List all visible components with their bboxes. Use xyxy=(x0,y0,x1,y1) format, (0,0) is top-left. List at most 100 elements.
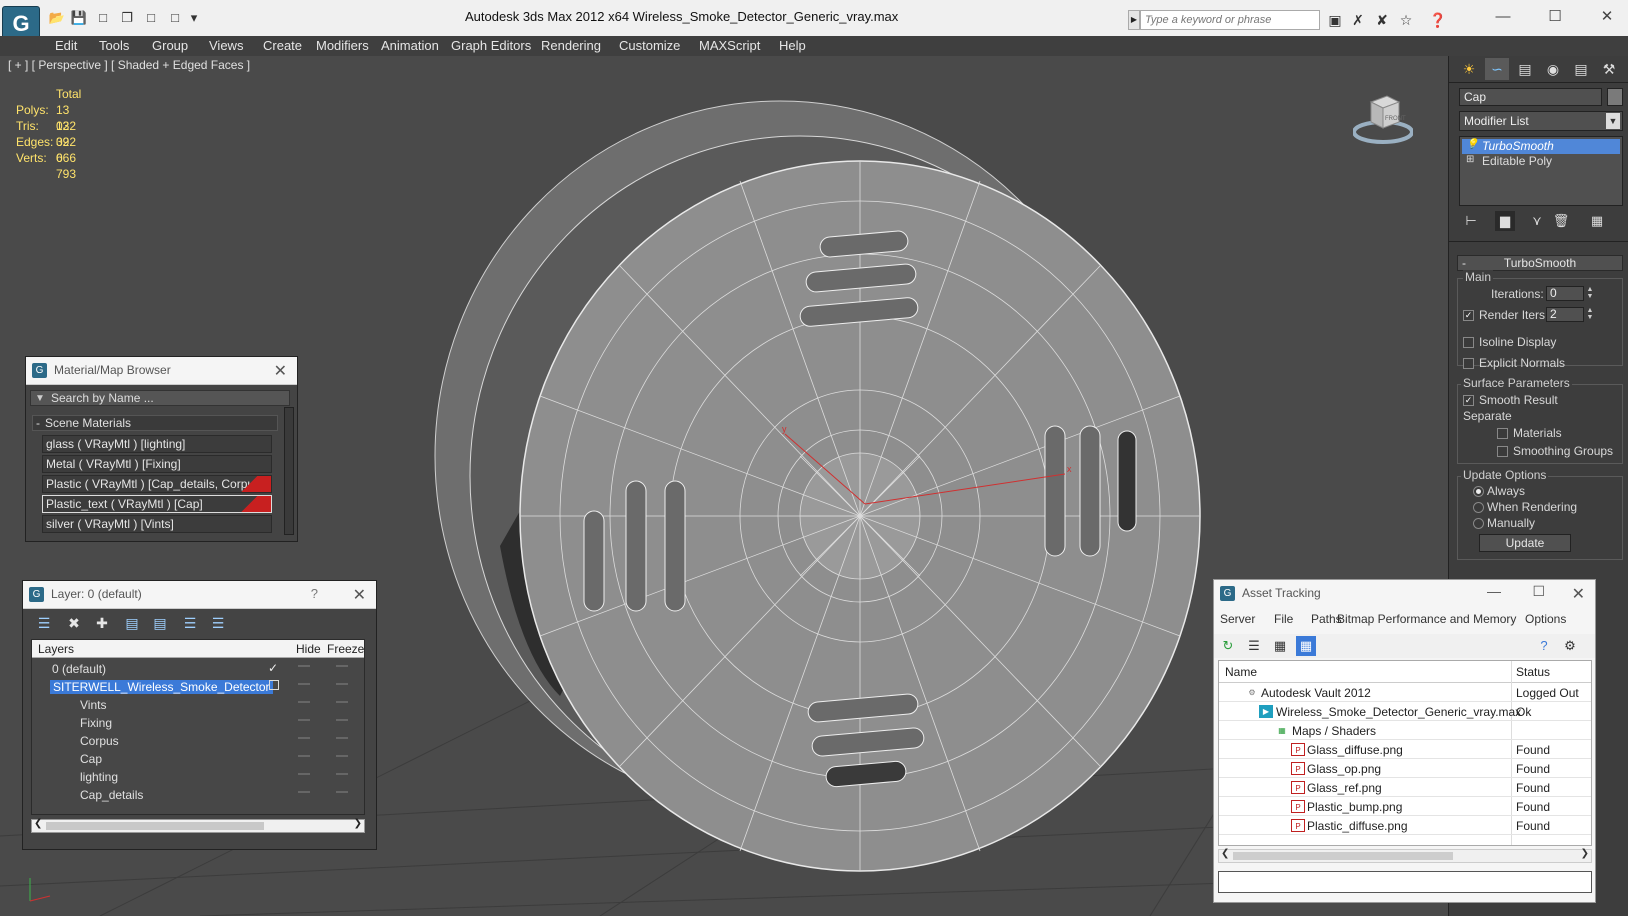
viewport-label[interactable]: [ + ] [ Perspective ] [ Shaded + Edged F… xyxy=(8,58,250,72)
menu-customize[interactable]: Customize xyxy=(619,38,680,53)
asset-row[interactable]: ▦ Maps / Shaders xyxy=(1219,721,1591,740)
scroll-left-icon[interactable]: ❮ xyxy=(1221,848,1229,859)
freeze-toggle[interactable] xyxy=(336,773,348,775)
search-input[interactable]: Type a keyword or phrase xyxy=(1140,10,1320,30)
quick-access-dropdown-icon[interactable]: ▾ xyxy=(185,10,203,26)
create-tab-icon[interactable]: ☀ xyxy=(1457,58,1481,80)
menu-tools[interactable]: Tools xyxy=(99,38,129,53)
refresh-icon[interactable]: ↻ xyxy=(1218,636,1238,656)
freeze-toggle[interactable] xyxy=(336,755,348,757)
column-header[interactable]: Status xyxy=(1516,665,1550,679)
menu-group[interactable]: Group xyxy=(152,38,188,53)
dialog-title-bar[interactable]: G Asset Tracking — ☐ ✕ xyxy=(1214,580,1595,608)
hide-toggle[interactable] xyxy=(298,701,310,703)
menu-animation[interactable]: Animation xyxy=(381,38,439,53)
when-rendering-radio[interactable] xyxy=(1473,502,1484,513)
scroll-thumb[interactable] xyxy=(46,822,264,830)
remove-modifier-icon[interactable]: 🗑 xyxy=(1551,211,1571,231)
display-tab-icon[interactable]: ▤ xyxy=(1569,58,1593,80)
layer-row[interactable]: SITERWELL_Wireless_Smoke_Detector xyxy=(32,678,364,696)
communication-icon[interactable]: ✘ xyxy=(1372,11,1392,29)
redo-icon[interactable]: □ xyxy=(166,10,184,26)
material-item[interactable]: Metal ( VRayMtl ) [Fixing] xyxy=(42,455,272,473)
hide-all-icon[interactable]: ☰ xyxy=(179,613,201,633)
material-item-active[interactable]: Plastic_text ( VRayMtl ) [Cap] xyxy=(42,495,272,513)
highlight-layer-icon[interactable]: ▤ xyxy=(149,613,171,633)
hide-toggle[interactable] xyxy=(298,665,310,667)
freeze-toggle[interactable] xyxy=(336,737,348,739)
asset-row[interactable]: ⚙ Autodesk Vault 2012 Logged Out xyxy=(1219,683,1591,702)
menu-create[interactable]: Create xyxy=(263,38,302,53)
add-selection-icon[interactable]: ✚ xyxy=(91,613,113,633)
close-icon[interactable]: ✕ xyxy=(274,361,287,381)
show-end-result-icon[interactable]: ▆ xyxy=(1495,211,1515,231)
minimize-icon[interactable]: — xyxy=(1487,583,1501,599)
iterations-spinner[interactable]: 0 xyxy=(1546,286,1584,301)
column-header[interactable]: Name xyxy=(1225,665,1257,679)
dialog-title-bar[interactable]: G Layer: 0 (default) ? ✕ xyxy=(23,581,376,609)
menu-options[interactable]: Options xyxy=(1525,612,1566,626)
always-radio[interactable] xyxy=(1473,486,1484,497)
materials-checkbox[interactable] xyxy=(1497,428,1508,439)
favorites-star-icon[interactable]: ☆ xyxy=(1396,11,1416,29)
render-iters-spinner[interactable]: 2 xyxy=(1546,307,1584,322)
list-view-icon[interactable]: ☰ xyxy=(1244,636,1264,656)
material-item[interactable]: silver ( VRayMtl ) [Vints] xyxy=(42,515,272,533)
lightbulb-icon[interactable]: 💡 xyxy=(1466,139,1478,150)
material-item[interactable]: Plastic ( VRayMtl ) [Cap_details, Corpus… xyxy=(42,475,272,493)
asset-path-field[interactable] xyxy=(1218,871,1592,893)
new-layer-icon[interactable]: ☰ xyxy=(33,613,55,633)
column-header[interactable]: Hide xyxy=(296,642,321,656)
spinner-arrows-icon[interactable]: ▲ ▼ xyxy=(1586,286,1594,301)
column-header[interactable]: Freeze xyxy=(327,642,364,656)
help-icon[interactable]: ❓ xyxy=(1428,11,1448,29)
hide-toggle[interactable] xyxy=(298,683,310,685)
modify-tab-icon[interactable]: ∽ xyxy=(1485,58,1509,80)
scrollbar[interactable] xyxy=(284,407,294,535)
stack-item-editable-poly[interactable]: ⊞ Editable Poly xyxy=(1462,154,1620,169)
object-color-swatch[interactable] xyxy=(1607,88,1623,106)
freeze-all-icon[interactable]: ☰ xyxy=(207,613,229,633)
undo-icon[interactable]: □ xyxy=(142,10,160,26)
delete-layer-icon[interactable]: ✖ xyxy=(63,613,85,633)
material-search-input[interactable]: ▼ Search by Name ... xyxy=(30,390,290,406)
menu-edit[interactable]: Edit xyxy=(55,38,77,53)
freeze-toggle[interactable] xyxy=(336,701,348,703)
explicit-normals-checkbox[interactable] xyxy=(1463,358,1474,369)
open-icon[interactable]: 📂 xyxy=(48,10,66,26)
close-icon[interactable]: ✕ xyxy=(1592,6,1622,28)
hide-toggle[interactable] xyxy=(298,773,310,775)
menu-bitmap-performance[interactable]: Bitmap Performance and Memory xyxy=(1337,612,1516,626)
menu-help[interactable]: Help xyxy=(779,38,806,53)
new-scene-icon[interactable]: □ xyxy=(94,10,112,26)
help-icon[interactable]: ? xyxy=(311,586,318,601)
save-icon[interactable]: 💾 xyxy=(70,10,88,26)
manually-radio[interactable] xyxy=(1473,518,1484,529)
table-view-icon[interactable]: ▦ xyxy=(1296,636,1316,656)
menu-file[interactable]: File xyxy=(1274,612,1293,626)
hide-toggle[interactable] xyxy=(298,719,310,721)
scroll-right-icon[interactable]: ❯ xyxy=(1581,848,1589,859)
maximize-icon[interactable]: ☐ xyxy=(1540,6,1570,28)
object-name-field[interactable]: Cap xyxy=(1459,88,1602,106)
isoline-display-checkbox[interactable] xyxy=(1463,337,1474,348)
hide-toggle[interactable] xyxy=(298,791,310,793)
column-header[interactable]: Layers xyxy=(38,642,74,656)
make-unique-icon[interactable]: ⋎ xyxy=(1527,211,1547,231)
help-icon[interactable]: ? xyxy=(1534,636,1554,656)
layer-row[interactable]: Cap xyxy=(32,750,364,768)
layer-row[interactable]: Fixing xyxy=(32,714,364,732)
motion-tab-icon[interactable]: ◉ xyxy=(1541,58,1565,80)
scroll-thumb[interactable] xyxy=(1233,852,1453,860)
asset-row[interactable]: P Plastic_bump.png Found xyxy=(1219,797,1591,816)
layer-row[interactable]: Cap_details xyxy=(32,786,364,804)
thumbnail-view-icon[interactable]: ▦ xyxy=(1270,636,1290,656)
scene-materials-group[interactable]: - Scene Materials xyxy=(32,415,278,431)
menu-modifiers[interactable]: Modifiers xyxy=(316,38,369,53)
asset-row[interactable]: ▶ Wireless_Smoke_Detector_Generic_vray.m… xyxy=(1219,702,1591,721)
utilities-tab-icon[interactable]: ⚒ xyxy=(1597,58,1621,80)
horizontal-scrollbar[interactable]: ❮ ❯ xyxy=(31,818,365,833)
menu-graph-editors[interactable]: Graph Editors xyxy=(451,38,531,53)
freeze-toggle[interactable] xyxy=(336,665,348,667)
asset-row[interactable]: P Glass_diffuse.png Found xyxy=(1219,740,1591,759)
